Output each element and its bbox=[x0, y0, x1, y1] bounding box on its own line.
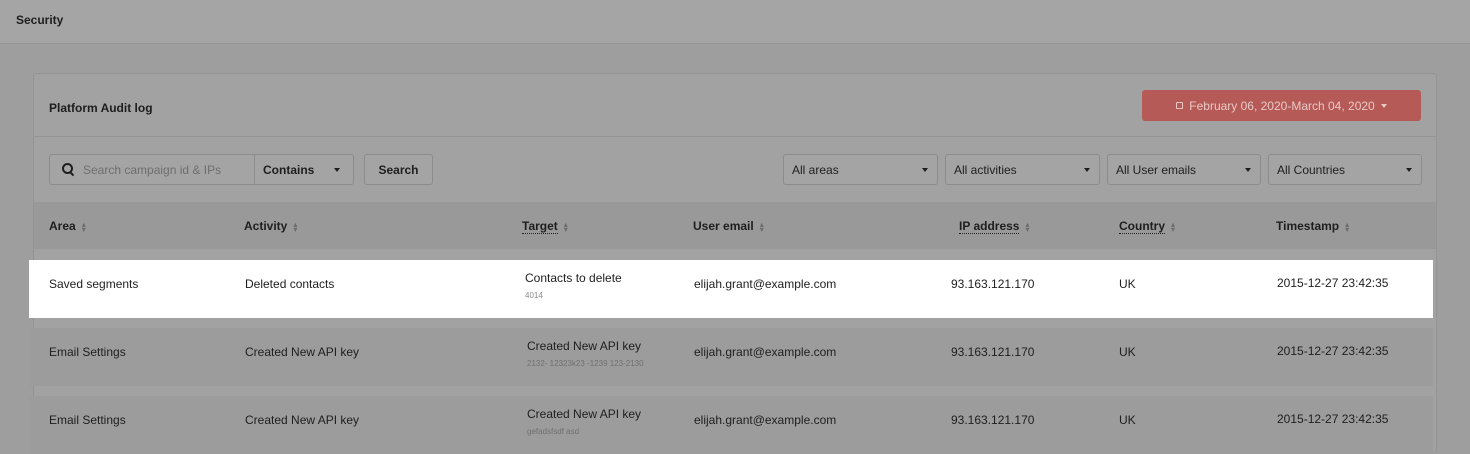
caret-down-icon bbox=[1245, 167, 1251, 172]
activities-filter[interactable]: All activities bbox=[945, 154, 1100, 185]
top-bar: Security bbox=[0, 0, 1470, 44]
column-header-area[interactable]: Area ▴ ▾ bbox=[49, 219, 86, 233]
cell-timestamp: 2015-12-27 23:42:35 bbox=[1277, 276, 1389, 290]
cell-country: UK bbox=[1119, 345, 1136, 359]
cell-activity: Created New API key bbox=[245, 345, 360, 359]
sort-icon: ▴ ▾ bbox=[1171, 219, 1176, 234]
sort-icon: ▴ ▾ bbox=[1025, 219, 1030, 234]
caret-down-icon bbox=[1084, 167, 1090, 172]
column-header-email[interactable]: User email ▴ ▾ bbox=[693, 219, 764, 233]
sort-icon: ▴ ▾ bbox=[759, 219, 764, 234]
cell-target-sub: gefadsfsdf asd bbox=[527, 427, 580, 436]
cell-activity: Deleted contacts bbox=[245, 277, 335, 291]
cell-area: Email Settings bbox=[49, 345, 126, 359]
cell-area: Saved segments bbox=[49, 277, 139, 291]
emails-filter-label: All User emails bbox=[1116, 162, 1197, 177]
caret-down-icon bbox=[334, 167, 340, 172]
column-header-activity[interactable]: Activity ▴ ▾ bbox=[244, 219, 297, 233]
cell-target-sub: 2132- 12323k23 -1239 123-2130 bbox=[527, 359, 644, 368]
cell-email: elijah.grant@example.com bbox=[694, 345, 837, 359]
search-button[interactable]: Search bbox=[364, 154, 433, 185]
cell-timestamp: 2015-12-27 23:42:35 bbox=[1277, 344, 1389, 358]
card-title: Platform Audit log bbox=[49, 101, 153, 115]
cell-ip: 93.163.121.170 bbox=[951, 345, 1035, 359]
table-header: Area ▴ ▾ Activity ▴ ▾ Target ▴ ▾ User email ▴ ▾ … bbox=[34, 202, 1436, 249]
calendar-icon bbox=[1176, 102, 1184, 109]
activities-filter-label: All activities bbox=[954, 162, 1017, 177]
areas-filter-label: All areas bbox=[792, 162, 839, 177]
cell-target-sub: 4014 bbox=[525, 291, 543, 300]
cell-activity: Created New API key bbox=[245, 413, 360, 427]
column-header-country[interactable]: Country ▴ ▾ bbox=[1119, 219, 1176, 234]
cell-timestamp: 2015-12-27 23:42:35 bbox=[1277, 412, 1389, 426]
search-input[interactable] bbox=[83, 155, 251, 184]
audit-log-card: Platform Audit log February 06, 2020-Mar… bbox=[29, 73, 1437, 454]
date-range-label: February 06, 2020-March 04, 2020 bbox=[1189, 98, 1375, 113]
page-title: Security bbox=[16, 13, 64, 27]
sort-icon: ▴ ▾ bbox=[293, 219, 298, 234]
match-mode-label: Contains bbox=[263, 162, 315, 177]
divider bbox=[34, 136, 1436, 137]
table-row[interactable]: Saved segments Deleted contacts Contacts… bbox=[29, 260, 1433, 318]
search-icon bbox=[62, 163, 75, 177]
countries-filter-label: All Countries bbox=[1277, 162, 1346, 177]
search-group: Contains bbox=[49, 154, 354, 185]
caret-down-icon bbox=[1406, 167, 1412, 172]
column-header-ip[interactable]: IP address ▴ ▾ bbox=[959, 219, 1030, 234]
column-header-timestamp[interactable]: Timestamp ▴ ▾ bbox=[1276, 219, 1349, 233]
caret-down-icon bbox=[922, 167, 928, 172]
cell-target: Created New API key bbox=[527, 407, 642, 421]
sort-icon: ▴ ▾ bbox=[1345, 219, 1350, 234]
match-mode-select[interactable]: Contains bbox=[255, 155, 353, 184]
date-range-button[interactable]: February 06, 2020-March 04, 2020 bbox=[1142, 90, 1421, 121]
cell-target: Created New API key bbox=[527, 339, 642, 353]
emails-filter[interactable]: All User emails bbox=[1107, 154, 1261, 185]
cell-email: elijah.grant@example.com bbox=[694, 413, 837, 427]
cell-email: elijah.grant@example.com bbox=[694, 277, 837, 291]
areas-filter[interactable]: All areas bbox=[783, 154, 938, 185]
table-row[interactable]: Email Settings Created New API key Creat… bbox=[29, 396, 1433, 454]
cell-country: UK bbox=[1119, 277, 1136, 291]
cell-target: Contacts to delete bbox=[525, 271, 622, 285]
search-field bbox=[50, 155, 255, 184]
cell-area: Email Settings bbox=[49, 413, 126, 427]
column-header-target[interactable]: Target ▴ ▾ bbox=[522, 219, 568, 234]
table-row[interactable]: Email Settings Created New API key Creat… bbox=[29, 328, 1433, 386]
sort-icon: ▴ ▾ bbox=[563, 219, 568, 234]
sort-icon: ▴ ▾ bbox=[81, 219, 86, 234]
cell-ip: 93.163.121.170 bbox=[951, 277, 1035, 291]
cell-ip: 93.163.121.170 bbox=[951, 413, 1035, 427]
caret-down-icon bbox=[1380, 103, 1387, 108]
cell-country: UK bbox=[1119, 413, 1136, 427]
countries-filter[interactable]: All Countries bbox=[1268, 154, 1422, 185]
